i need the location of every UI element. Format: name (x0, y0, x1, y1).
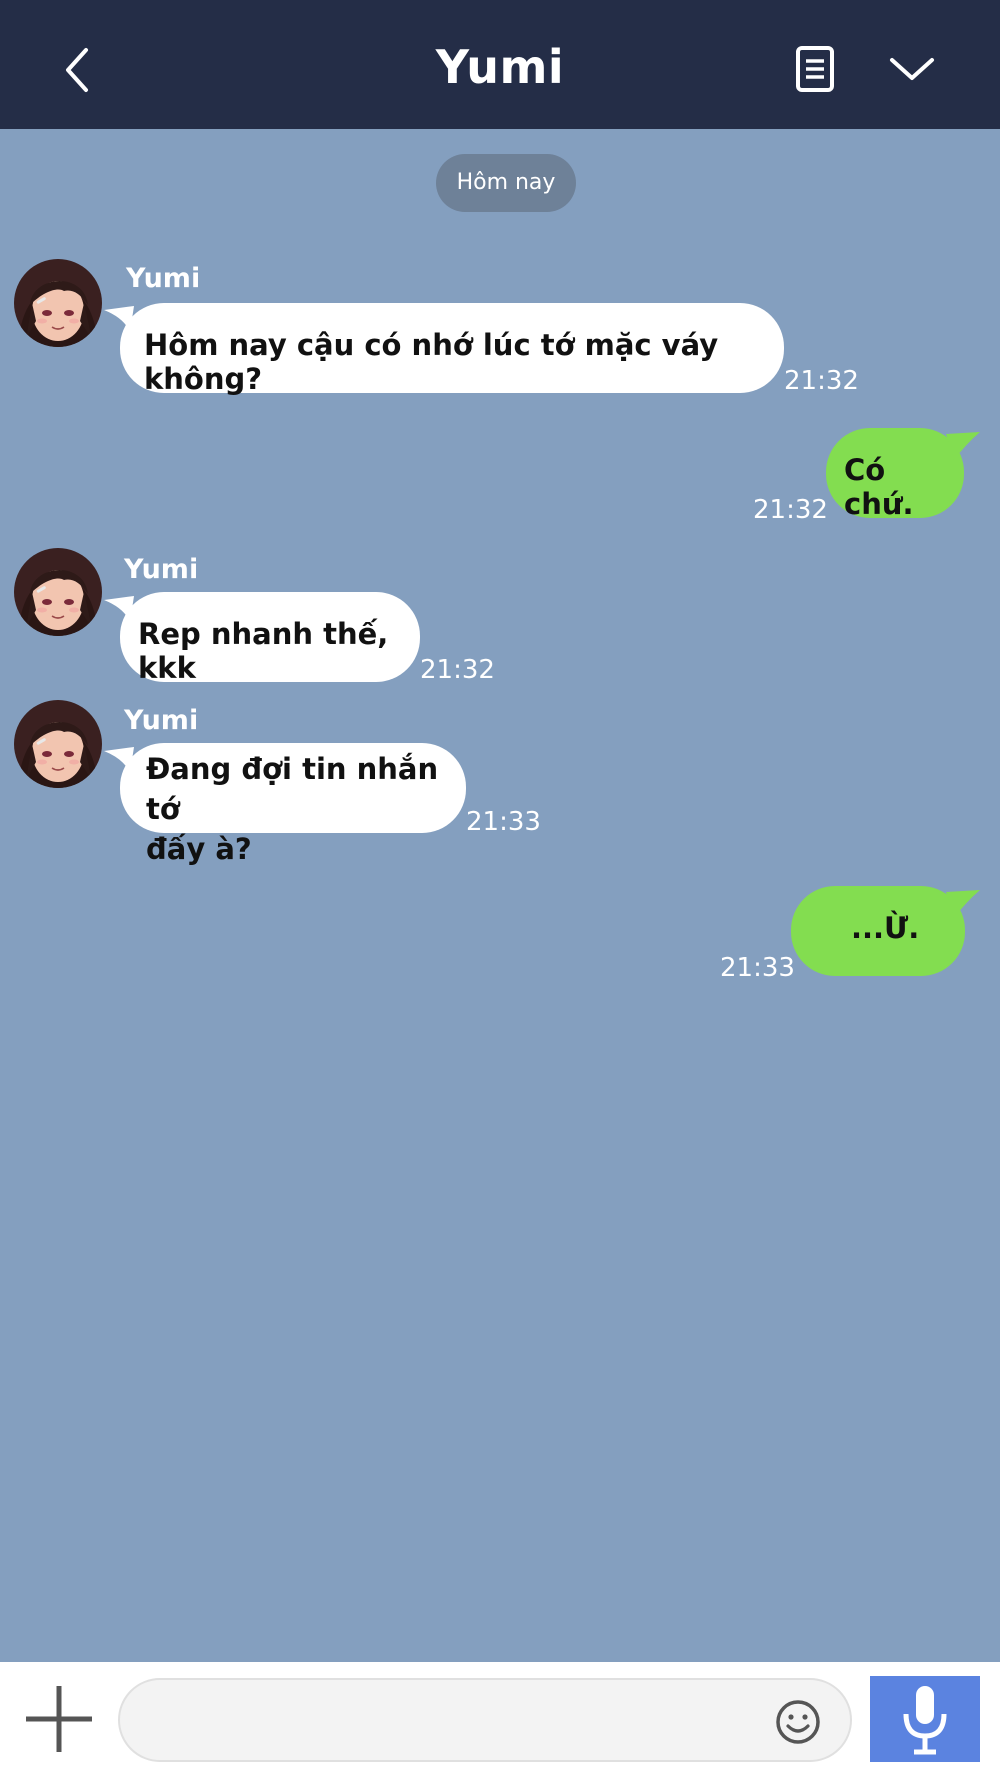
date-divider: Hôm nay (436, 154, 576, 212)
chat-header: Yumi (0, 0, 1000, 129)
message-time: 21:32 (753, 495, 828, 525)
message-text: Rep nhanh thế, kkk (138, 617, 389, 685)
emoji-icon (776, 1700, 820, 1744)
message-input[interactable] (118, 1678, 852, 1762)
avatar[interactable] (14, 548, 102, 636)
voice-record-button[interactable] (870, 1676, 980, 1762)
message-time: 21:32 (784, 366, 859, 396)
attach-button[interactable] (22, 1682, 96, 1756)
chat-title: Yumi (435, 40, 565, 94)
bubble-tail (946, 890, 980, 918)
plus-icon (26, 1686, 92, 1752)
message-time: 21:33 (466, 807, 541, 837)
avatar[interactable] (14, 700, 102, 788)
avatar[interactable] (14, 259, 102, 347)
emoji-button[interactable] (774, 1698, 822, 1746)
message-text-line: đấy à? (146, 832, 252, 866)
message-text: Có chứ. (844, 453, 914, 521)
message-text-line: Đang đợi tin nhắn tớ (146, 752, 439, 826)
sender-name: Yumi (124, 705, 199, 736)
message-bubble[interactable]: ...Ừ. (791, 886, 965, 976)
message-time: 21:33 (720, 953, 795, 983)
sender-name: Yumi (124, 554, 199, 585)
message-time: 21:32 (420, 655, 495, 685)
message-bubble[interactable]: Rep nhanh thế, kkk (120, 592, 420, 685)
microphone-icon (903, 1686, 947, 1755)
menu-dropdown-button[interactable] (884, 44, 940, 94)
message-bubble[interactable]: Có chứ. (826, 428, 964, 521)
message-bubble[interactable]: Đang đợi tin nhắn tớ đấy à? (120, 743, 466, 866)
bubble-tail (946, 432, 980, 460)
message-bubble[interactable]: Hôm nay cậu có nhớ lúc tớ mặc váy không? (120, 303, 784, 396)
notes-button[interactable] (790, 44, 840, 94)
message-text: Hôm nay cậu có nhớ lúc tớ mặc váy không? (144, 328, 719, 396)
sender-name: Yumi (126, 263, 201, 294)
notes-icon (796, 46, 834, 92)
composer-bar (0, 1662, 1000, 1778)
chevron-down-icon (890, 58, 934, 80)
